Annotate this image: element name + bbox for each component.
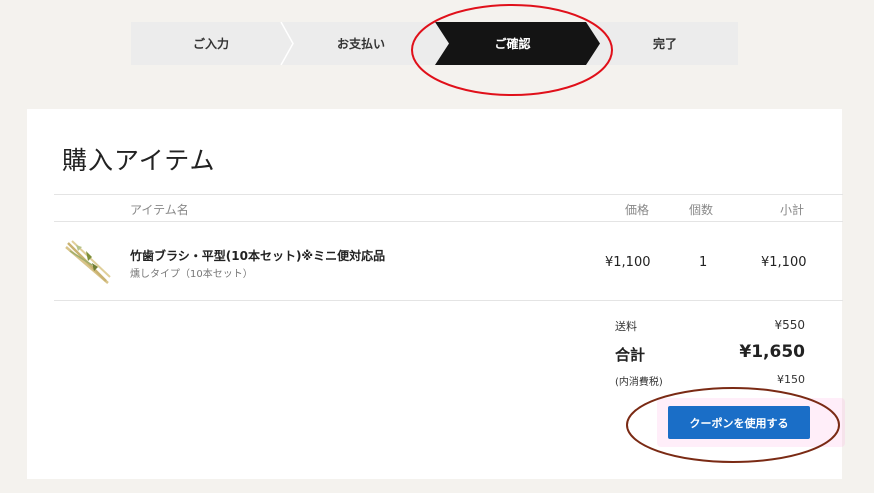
use-coupon-button[interactable]: クーポンを使用する [668,406,810,439]
product-variant: 燻しタイプ（10本セット） [130,269,253,280]
divider [54,194,843,195]
tax-label: (内消費税) [615,377,663,388]
shipping-value: ¥550 [774,318,805,332]
column-header-item-name: アイテム名 [130,203,189,217]
item-price: ¥1,100 [605,255,651,270]
step-payment: お支払い [291,22,431,65]
product-name-link[interactable]: 竹歯ブラシ・平型(10本セット)※ミニ便対応品 [130,247,385,264]
column-header-price: 価格 [625,203,650,217]
column-header-quantity: 個数 [689,203,714,217]
total-label: 合計 [615,346,646,364]
product-thumbnail-toothbrush[interactable] [62,237,114,289]
page-title: 購入アイテム [62,146,216,175]
checkout-steps: ご入力 お支払い ご確認 完了 [131,22,738,65]
total-value: ¥1,650 [739,342,805,362]
tax-value: ¥150 [777,373,805,386]
step-complete: 完了 [600,22,730,65]
item-quantity: 1 [699,255,708,270]
divider [54,300,843,301]
step-label: ご入力 [192,37,229,51]
shipping-label: 送料 [615,320,637,333]
step-input: ご入力 [131,22,291,65]
step-label: 完了 [652,37,677,51]
column-header-subtotal: 小計 [780,203,805,217]
step-label: ご確認 [494,37,531,51]
step-confirm-active: ご確認 [435,22,590,65]
divider [54,221,843,222]
item-subtotal: ¥1,100 [761,255,807,270]
step-label: お支払い [336,37,385,51]
purchase-items-card: 購入アイテム アイテム名 価格 個数 小計 竹歯ブラシ・平型(10本セット)※ミ… [27,109,845,479]
